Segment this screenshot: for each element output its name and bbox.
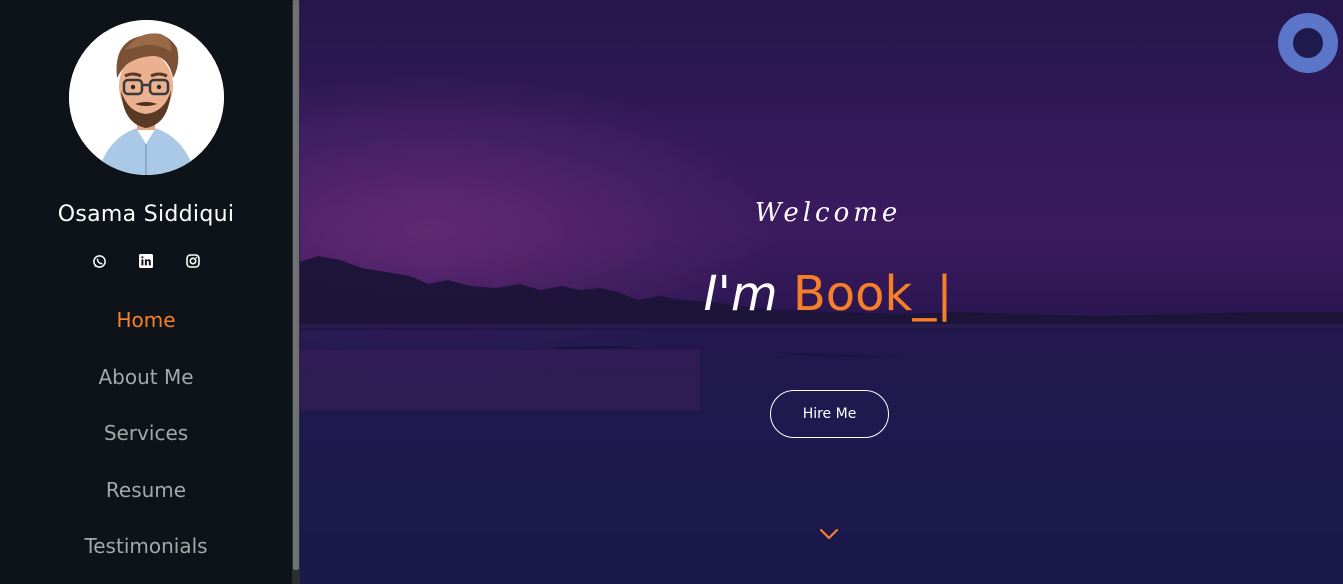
loader-ring-icon xyxy=(1278,13,1338,73)
main-nav: Home About Me Services Resume Testimonia… xyxy=(0,300,292,583)
whatsapp-icon[interactable] xyxy=(88,251,110,271)
instagram-icon[interactable] xyxy=(182,251,204,271)
nav-item-resume[interactable]: Resume xyxy=(0,470,292,527)
nav-item-about-me[interactable]: About Me xyxy=(0,357,292,414)
nav-item-testimonials[interactable]: Testimonials xyxy=(0,526,292,583)
avatar xyxy=(69,20,224,175)
hero-headline: I'm Book_| xyxy=(300,266,1343,322)
hire-me-button[interactable]: Hire Me xyxy=(770,390,889,438)
sidebar-scrollbar-thumb[interactable] xyxy=(293,0,299,570)
typed-text: Book_| xyxy=(792,266,953,322)
social-links xyxy=(0,251,292,271)
nav-item-services[interactable]: Services xyxy=(0,413,292,470)
linkedin-icon[interactable] xyxy=(135,251,157,271)
headline-prefix: I'm xyxy=(703,266,793,322)
avatar-illustration xyxy=(69,20,224,175)
hero-section: Welcome I'm Book_| Hire Me xyxy=(300,0,1343,584)
chevron-down-icon[interactable] xyxy=(819,526,839,540)
nav-item-home[interactable]: Home xyxy=(0,300,292,357)
sidebar: Osama Siddiqui Home About Me Services Re… xyxy=(0,0,292,584)
profile-name: Osama Siddiqui xyxy=(57,202,235,227)
welcome-text: Welcome xyxy=(754,198,902,228)
